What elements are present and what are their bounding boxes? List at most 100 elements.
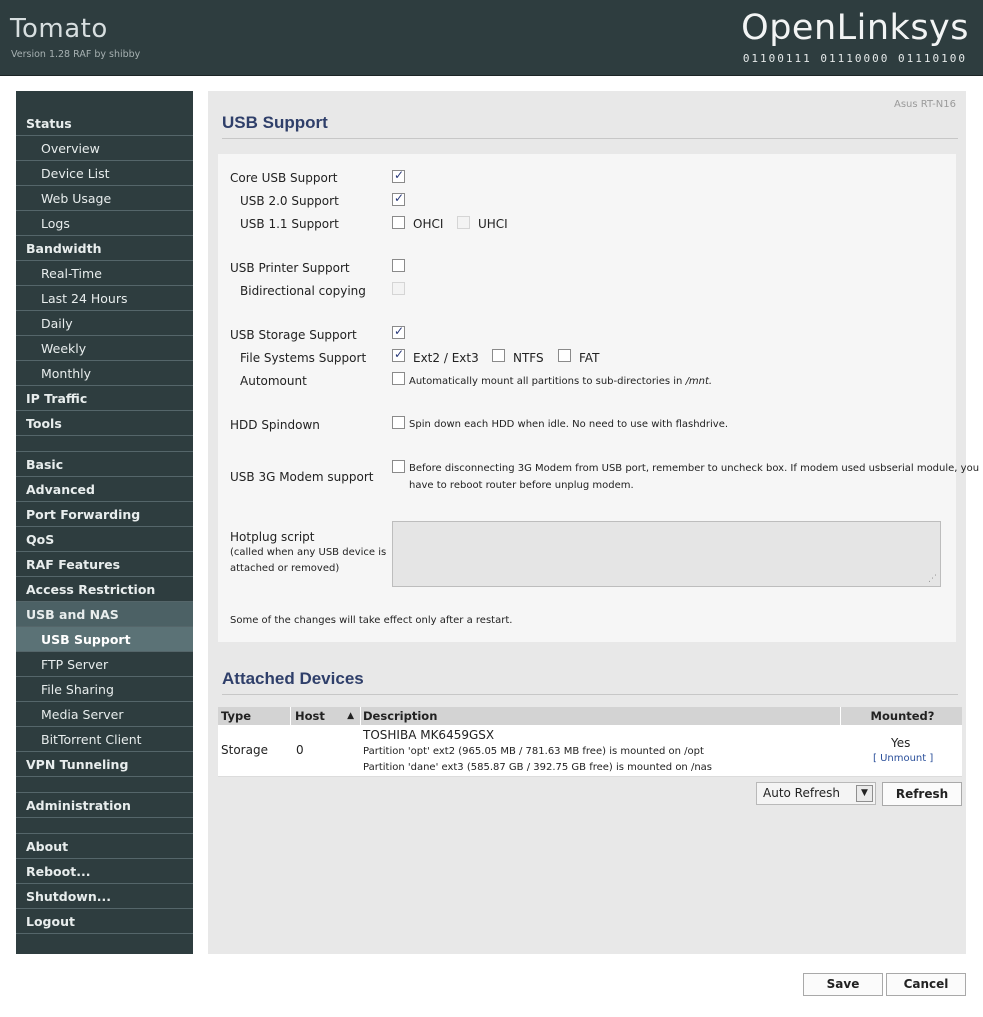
- col-mounted-header[interactable]: Mounted?: [843, 707, 962, 725]
- nav-ftp-server[interactable]: FTP Server: [16, 652, 193, 677]
- restart-note: Some of the changes will take effect onl…: [230, 615, 513, 626]
- hotplug-note-line2: attached or removed): [230, 563, 340, 574]
- nav-access-restriction[interactable]: Access Restriction: [16, 577, 193, 602]
- printer-checkbox[interactable]: [392, 259, 405, 272]
- nav-shutdown[interactable]: Shutdown...: [16, 884, 193, 909]
- nav-tools[interactable]: Tools: [16, 411, 193, 436]
- nav-file-sharing[interactable]: File Sharing: [16, 677, 193, 702]
- nav-usb-support[interactable]: USB Support: [16, 627, 193, 652]
- nav-media-server[interactable]: Media Server: [16, 702, 193, 727]
- automount-desc: Automatically mount all partitions to su…: [409, 376, 712, 387]
- nav-raf-features[interactable]: RAF Features: [16, 552, 193, 577]
- nav-basic[interactable]: Basic: [16, 452, 193, 477]
- hotplug-note-line1: (called when any USB device is: [230, 547, 387, 558]
- title-divider: [222, 138, 958, 139]
- auto-refresh-select[interactable]: Auto Refresh ▼: [756, 782, 876, 805]
- header-bar: Tomato Version 1.28 RAF by shibby OpenLi…: [0, 0, 983, 76]
- chevron-down-icon[interactable]: ▼: [856, 785, 873, 802]
- nav-ip-traffic[interactable]: IP Traffic: [16, 386, 193, 411]
- usb20-checkbox[interactable]: [392, 191, 405, 206]
- devices-title-divider: [222, 694, 958, 695]
- nav-bittorrent-client[interactable]: BitTorrent Client: [16, 727, 193, 752]
- openlinksys-logo: OpenLinksys: [741, 8, 969, 48]
- table-row: Storage 0 TOSHIBA MK6459GSX Partition 'o…: [218, 725, 962, 777]
- modem-desc-line2: have to reboot router before unplug mode…: [409, 480, 634, 491]
- nav-logs[interactable]: Logs: [16, 211, 193, 236]
- spindown-checkbox[interactable]: [392, 416, 405, 429]
- nav-divider: [16, 436, 193, 452]
- nav-weekly[interactable]: Weekly: [16, 336, 193, 361]
- nav-web-usage[interactable]: Web Usage: [16, 186, 193, 211]
- nav-usb-and-nas[interactable]: USB and NAS: [16, 602, 193, 627]
- auto-refresh-value: Auto Refresh: [763, 786, 840, 800]
- logo-binary-text: 01100111 01110000 01110100: [742, 52, 967, 65]
- nav-administration[interactable]: Administration: [16, 793, 193, 818]
- automount-desc-text: Automatically mount all partitions to su…: [409, 376, 683, 387]
- page-title: USB Support: [222, 113, 328, 132]
- ext-checkbox[interactable]: [392, 347, 405, 362]
- uhci-label: UHCI: [478, 217, 508, 231]
- nav-divider: [16, 777, 193, 793]
- ntfs-label: NTFS: [513, 351, 544, 365]
- modem-label: USB 3G Modem support: [230, 470, 374, 484]
- ohci-checkbox[interactable]: [392, 216, 405, 229]
- main-content: Asus RT-N16 USB Support Core USB Support…: [208, 91, 979, 954]
- nav-status[interactable]: Status: [16, 111, 193, 136]
- nav-logout[interactable]: Logout: [16, 909, 193, 934]
- router-model: Asus RT-N16: [893, 99, 956, 110]
- app-version: Version 1.28 RAF by shibby: [11, 49, 141, 60]
- printer-label: USB Printer Support: [230, 261, 350, 275]
- nav-device-list[interactable]: Device List: [16, 161, 193, 186]
- nav-real-time[interactable]: Real-Time: [16, 261, 193, 286]
- col-host-header[interactable]: Host ▲: [295, 707, 361, 725]
- unmount-link[interactable]: [ Unmount ]: [873, 753, 933, 764]
- nav-bandwidth[interactable]: Bandwidth: [16, 236, 193, 261]
- usb20-label: USB 2.0 Support: [240, 194, 339, 208]
- automount-label: Automount: [240, 374, 307, 388]
- resize-grip-icon[interactable]: ⋰: [928, 574, 937, 584]
- spindown-desc: Spin down each HDD when idle. No need to…: [409, 419, 729, 430]
- nav-last-24-hours[interactable]: Last 24 Hours: [16, 286, 193, 311]
- storage-label: USB Storage Support: [230, 328, 357, 342]
- cancel-button[interactable]: Cancel: [886, 973, 966, 996]
- fat-label: FAT: [579, 351, 600, 365]
- nav-monthly[interactable]: Monthly: [16, 361, 193, 386]
- hotplug-label: Hotplug script: [230, 530, 315, 544]
- bidirectional-checkbox: [392, 282, 405, 295]
- fs-support-label: File Systems Support: [240, 351, 367, 365]
- nav-vpn-tunneling[interactable]: VPN Tunneling: [16, 752, 193, 777]
- storage-checkbox[interactable]: [392, 324, 405, 339]
- col-host-label: Host: [295, 709, 325, 723]
- uhci-checkbox: [457, 216, 470, 229]
- ntfs-checkbox[interactable]: [492, 349, 505, 362]
- app-title: Tomato: [10, 14, 108, 44]
- nav-overview[interactable]: Overview: [16, 136, 193, 161]
- nav-daily[interactable]: Daily: [16, 311, 193, 336]
- row-partition-1: Partition 'opt' ext2 (965.05 MB / 781.63…: [363, 746, 704, 757]
- col-type-header[interactable]: Type: [221, 707, 291, 725]
- fat-checkbox[interactable]: [558, 349, 571, 362]
- spindown-label: HDD Spindown: [230, 418, 320, 432]
- nav-reboot[interactable]: Reboot...: [16, 859, 193, 884]
- core-usb-checkbox[interactable]: [392, 168, 405, 183]
- row-type: Storage: [221, 743, 268, 757]
- refresh-button[interactable]: Refresh: [882, 782, 962, 806]
- usb-settings-panel: Core USB Support USB 2.0 Support USB 1.1…: [218, 154, 979, 642]
- nav-advanced[interactable]: Advanced: [16, 477, 193, 502]
- hotplug-script-textarea[interactable]: [392, 521, 941, 587]
- modem-desc-line1: Before disconnecting 3G Modem from USB p…: [409, 463, 980, 474]
- ext-label: Ext2 / Ext3: [413, 351, 479, 365]
- nav-divider: [16, 818, 193, 834]
- row-mounted: Yes: [891, 736, 911, 750]
- attached-devices-title: Attached Devices: [222, 669, 364, 688]
- modem-checkbox[interactable]: [392, 460, 405, 473]
- automount-path: /mnt.: [685, 376, 713, 387]
- automount-checkbox[interactable]: [392, 372, 405, 385]
- nav-qos[interactable]: QoS: [16, 527, 193, 552]
- bidirectional-label: Bidirectional copying: [240, 284, 366, 298]
- col-description-header[interactable]: Description: [363, 707, 841, 725]
- row-device-name: TOSHIBA MK6459GSX: [363, 728, 495, 742]
- nav-port-forwarding[interactable]: Port Forwarding: [16, 502, 193, 527]
- save-button[interactable]: Save: [803, 973, 883, 996]
- nav-about[interactable]: About: [16, 834, 193, 859]
